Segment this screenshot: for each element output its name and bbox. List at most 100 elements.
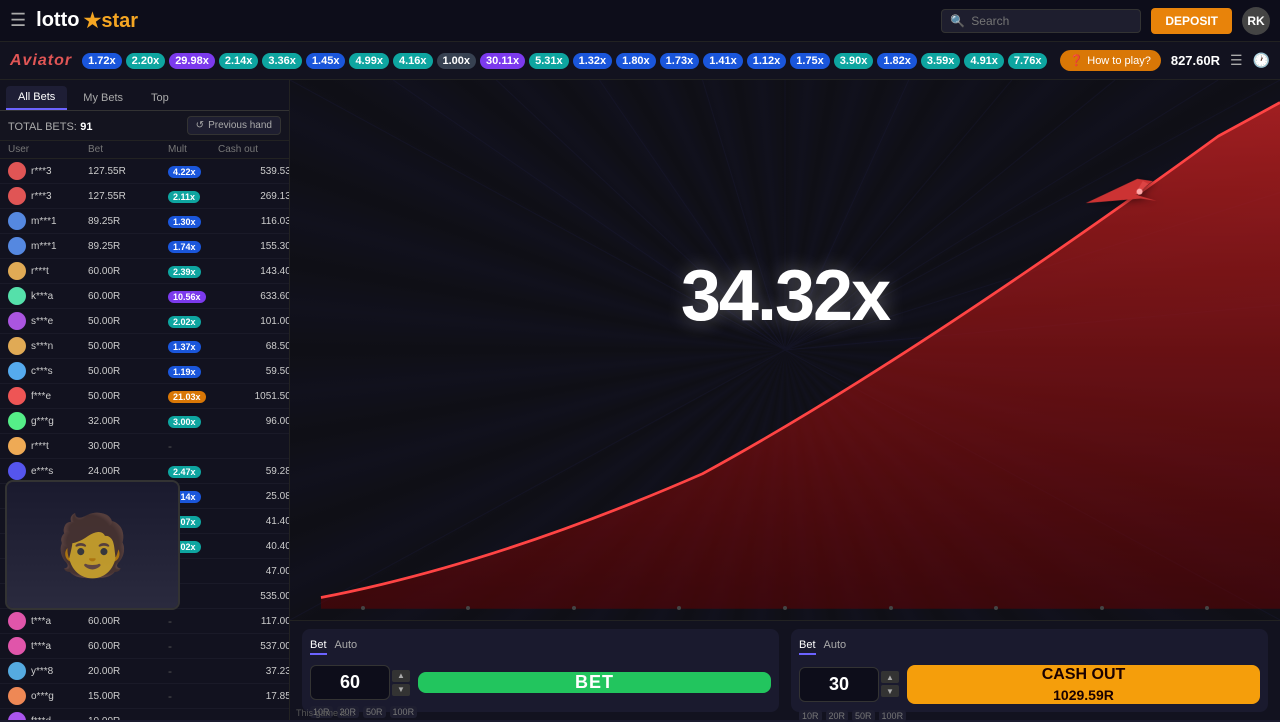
bet-amount: 32.00R <box>88 416 168 427</box>
multiplier-cell: - <box>168 664 218 678</box>
stepper-down-2[interactable]: ▼ <box>881 685 899 697</box>
multiplier-pill: 1.19x <box>168 366 201 378</box>
tab-bet-1[interactable]: Bet <box>310 637 327 655</box>
top-navigation: ☰ lotto ★star 🔍 DEPOSIT RK <box>0 0 1280 42</box>
bet-amount: 60.00R <box>88 616 168 627</box>
bet-amount: 50.00R <box>88 366 168 377</box>
search-bar[interactable]: 🔍 <box>941 9 1141 33</box>
multiplier-cell: - <box>168 714 218 720</box>
quick-amount-btn[interactable]: 10R <box>799 710 822 722</box>
hamburger-icon[interactable]: ☰ <box>10 10 26 31</box>
bet-amount: 50.00R <box>88 316 168 327</box>
bet-amount: 60.00R <box>88 641 168 652</box>
cashout-amount: 143.40R <box>218 266 289 277</box>
stepper-up-1[interactable]: ▲ <box>392 670 410 682</box>
sidebar-tab-top[interactable]: Top <box>139 86 181 110</box>
quick-amount-btn[interactable]: 20R <box>826 710 849 722</box>
bet-controls-2: 30 ▲ ▼ CASH OUT 1029.59R <box>799 665 1260 704</box>
axis-dot <box>1100 606 1104 610</box>
axis-dot <box>572 606 576 610</box>
stepper-2: ▲ ▼ <box>881 671 899 697</box>
bet-amount: 127.55R <box>88 166 168 177</box>
stepper-down-1[interactable]: ▼ <box>392 684 410 696</box>
deposit-button[interactable]: DEPOSIT <box>1151 8 1232 34</box>
avatar <box>8 412 26 430</box>
cashout-amount: 539.53R <box>218 166 289 177</box>
multiplier-badge: 3.59x <box>921 53 961 69</box>
multiplier-pill: 2.47x <box>168 466 201 478</box>
cashout-amount: 59.50R <box>218 366 289 377</box>
multiplier-badge: 3.36x <box>262 53 302 69</box>
sidebar-tab-my-bets[interactable]: My Bets <box>71 86 135 110</box>
quick-amount-btn[interactable]: 100R <box>390 706 418 718</box>
bet-amount: 60.00R <box>88 266 168 277</box>
cashout-amount: 116.03R <box>218 216 289 227</box>
bet-amount: 20.00R <box>88 666 168 677</box>
avatar <box>8 462 26 480</box>
cashout-amount: 537.00R <box>218 641 289 652</box>
multiplier-pill: 2.39x <box>168 266 201 278</box>
table-row: c***s50.00R1.19x59.50R <box>0 359 289 384</box>
bet-button-1[interactable]: BET <box>418 672 771 693</box>
multiplier-cell: - <box>168 614 218 628</box>
username: f***d <box>31 716 51 721</box>
bet-panel-1: Bet Auto 60 ▲ ▼ BET 10R20R50R100R <box>302 629 779 712</box>
avatar <box>8 262 26 280</box>
quick-amount-btn[interactable]: 50R <box>852 710 875 722</box>
table-row: y***820.00R-37.23R <box>0 659 289 684</box>
table-row: g***g32.00R3.00x96.00R <box>0 409 289 434</box>
cash-out-button[interactable]: CASH OUT 1029.59R <box>907 665 1260 704</box>
table-row: m***189.25R1.74x155.30R <box>0 234 289 259</box>
multiplier-badge: 1.12x <box>747 53 787 69</box>
multiplier-pill: 1.37x <box>168 341 201 353</box>
quick-amounts-1: 10R20R50R100R <box>310 706 771 718</box>
multiplier-badge: 30.11x <box>480 53 525 69</box>
table-row: f***d10.00R-- <box>0 709 289 720</box>
clock-icon[interactable]: 🕐 <box>1253 52 1270 69</box>
axis-dot <box>994 606 998 610</box>
bottom-controls: Bet Auto 60 ▲ ▼ BET 10R20R50R100R <box>290 620 1280 720</box>
settings-icon[interactable]: ☰ <box>1230 52 1243 69</box>
stepper-up-2[interactable]: ▲ <box>881 671 899 683</box>
tab-auto-2[interactable]: Auto <box>824 637 847 655</box>
multiplier-cell: 10.56x <box>168 289 218 303</box>
axis-dot <box>361 606 365 610</box>
table-row: r***3127.55R2.11x269.13R <box>0 184 289 209</box>
total-bets-count: 91 <box>80 121 92 133</box>
bet-controls-1: 60 ▲ ▼ BET <box>310 665 771 700</box>
bet-amount-display-2: 30 <box>799 667 879 702</box>
sidebar: All BetsMy BetsTop TOTAL BETS: 91 ↺ Prev… <box>0 80 290 720</box>
cashout-amount: - <box>218 716 289 721</box>
bet-amount: 127.55R <box>88 191 168 202</box>
multiplier-badge: 29.98x <box>169 53 215 69</box>
cashout-amount: 17.85R <box>218 691 289 702</box>
search-input[interactable] <box>971 14 1091 28</box>
cashout-amount: 47.00R <box>218 566 289 577</box>
multiplier-cell: 1.37x <box>168 339 218 353</box>
site-logo[interactable]: lotto ★star <box>36 8 138 33</box>
tab-bet-2[interactable]: Bet <box>799 637 816 655</box>
game-header: Aviator 1.72x2.20x29.98x2.14x3.36x1.45x4… <box>0 42 1280 80</box>
user-cell: o***g <box>8 687 88 705</box>
quick-amount-btn[interactable]: 100R <box>879 710 907 722</box>
user-cell: k***a <box>8 287 88 305</box>
previous-hand-button[interactable]: ↺ Previous hand <box>187 116 281 135</box>
how-to-play-button[interactable]: ❓ How to play? <box>1060 50 1161 71</box>
multiplier-cell: 3.00x <box>168 414 218 428</box>
avatar <box>8 687 26 705</box>
sidebar-tab-all-bets[interactable]: All Bets <box>6 86 67 110</box>
user-cell: t***a <box>8 612 88 630</box>
cash-out-label: CASH OUT <box>1042 665 1126 686</box>
table-row: s***n50.00R1.37x68.50R <box>0 334 289 359</box>
avatar <box>8 612 26 630</box>
multiplier-badge: 1.82x <box>877 53 917 69</box>
username: k***a <box>31 291 53 302</box>
header-right: ❓ How to play? 827.60R ☰ 🕐 <box>1060 50 1270 71</box>
table-row: o***g15.00R-17.85R <box>0 684 289 709</box>
quick-amount-btn[interactable]: 50R <box>363 706 386 718</box>
user-avatar[interactable]: RK <box>1242 7 1270 35</box>
tab-auto-1[interactable]: Auto <box>335 637 358 655</box>
user-cell: e***s <box>8 462 88 480</box>
avatar <box>8 187 26 205</box>
user-cell: r***t <box>8 262 88 280</box>
